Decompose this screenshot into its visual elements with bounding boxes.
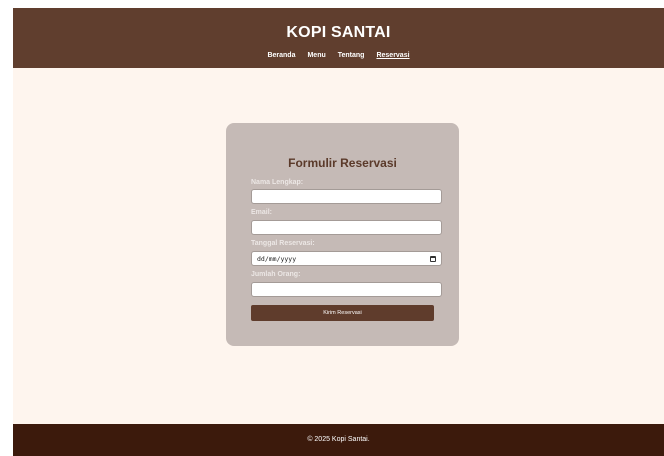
form-title: Formulir Reservasi [288, 156, 397, 170]
submit-reservation-button[interactable]: Kirim Reservasi [251, 305, 434, 321]
nav-link-tentang[interactable]: Tentang [338, 52, 365, 59]
site-header: KOPI SANTAI Beranda Menu Tentang Reserva… [13, 8, 664, 68]
brand-title: KOPI SANTAI [286, 24, 391, 41]
main-nav: Beranda Menu Tentang Reservasi [13, 52, 664, 59]
calendar-icon[interactable] [430, 255, 436, 262]
reservation-form-card: Formulir Reservasi Nama Lengkap: Email: … [226, 123, 459, 346]
date-label: Tanggal Reservasi: [251, 240, 315, 247]
email-label: Email: [251, 209, 273, 216]
name-label: Nama Lengkap: [251, 179, 304, 186]
site-footer: © 2025 Kopi Santai. [13, 424, 664, 456]
footer-copyright: © 2025 Kopi Santai. [307, 436, 370, 443]
nav-link-reservasi[interactable]: Reservasi [376, 52, 409, 59]
date-input-value: dd/mm/yyyy [257, 254, 297, 263]
date-input[interactable]: dd/mm/yyyy [251, 251, 442, 266]
main-content: Formulir Reservasi Nama Lengkap: Email: … [13, 68, 664, 424]
nav-link-beranda[interactable]: Beranda [267, 52, 295, 59]
nav-link-menu[interactable]: Menu [307, 52, 325, 59]
email-input[interactable] [251, 220, 442, 235]
guests-label: Jumlah Orang: [251, 271, 301, 278]
guests-input[interactable] [251, 282, 442, 297]
name-input[interactable] [251, 189, 442, 204]
